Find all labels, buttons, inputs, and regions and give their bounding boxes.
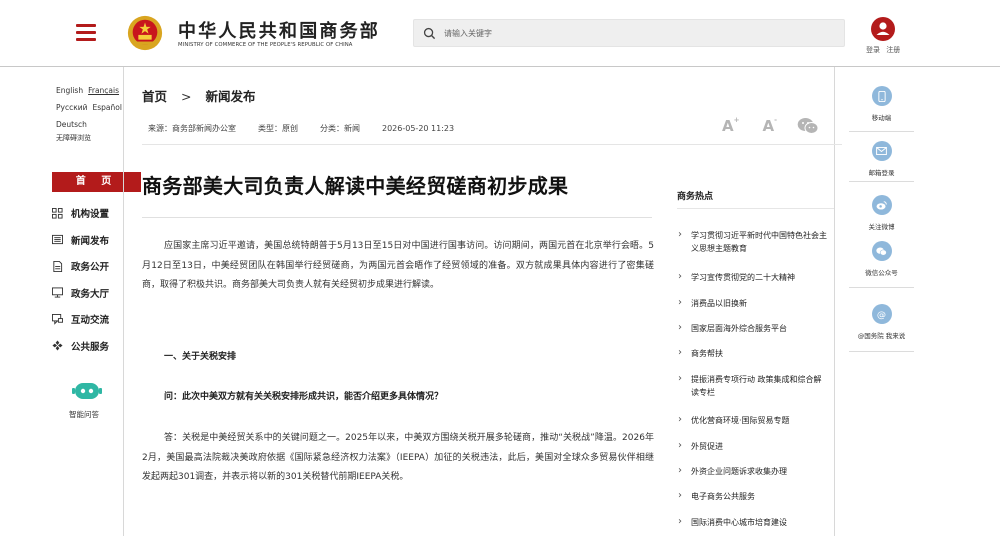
nav-item-affairs[interactable]: 政务公开 bbox=[52, 253, 152, 280]
chatbot-icon[interactable] bbox=[72, 380, 102, 404]
search-box[interactable] bbox=[413, 19, 845, 47]
nav-item-service[interactable]: 公共服务 bbox=[52, 333, 152, 360]
rail-mail[interactable]: 邮箱登录 bbox=[849, 141, 914, 177]
rail-weibo[interactable]: 关注微博 bbox=[849, 195, 914, 231]
meta-source: 来源：商务部新闻办公室 bbox=[148, 124, 236, 133]
site-header: 中华人民共和国商务部 MINISTRY OF COMMERCE OF THE P… bbox=[0, 0, 1000, 67]
document-icon bbox=[52, 260, 63, 272]
site-name-en: MINISTRY OF COMMERCE OF THE PEOPLE'S REP… bbox=[178, 42, 353, 48]
nav-item-news[interactable]: 新闻发布 bbox=[52, 227, 152, 254]
hot-item[interactable]: 外贸促进 bbox=[677, 439, 827, 453]
meta-datetime: 2026-05-20 11:23 bbox=[382, 124, 455, 133]
rail-weibo-label: 关注微博 bbox=[868, 223, 895, 231]
hot-topics-divider bbox=[677, 208, 834, 209]
nav-item-label: 互动交流 bbox=[71, 315, 110, 327]
left-divider bbox=[123, 67, 124, 536]
nav-item-label: 机构设置 bbox=[71, 209, 110, 221]
nav-item-org[interactable]: 机构设置 bbox=[52, 200, 152, 227]
mobile-icon bbox=[871, 86, 892, 106]
font-decrease-label: A bbox=[762, 117, 775, 135]
hot-topics-title: 商务热点 bbox=[677, 192, 714, 202]
hot-item[interactable]: 消费品以旧换新 bbox=[677, 296, 827, 310]
org-icon bbox=[52, 207, 63, 219]
rail-wechat-label: 微信公众号 bbox=[865, 269, 898, 277]
rail-divider bbox=[849, 181, 914, 182]
national-emblem-logo[interactable] bbox=[126, 14, 164, 52]
nav-item-hall[interactable]: 政务大厅 bbox=[52, 280, 152, 307]
rail-state-council-label: @国务院 我来说 bbox=[857, 332, 906, 340]
svg-text:@: @ bbox=[877, 309, 886, 319]
rail-state-council[interactable]: @ @国务院 我来说 bbox=[849, 304, 914, 340]
monitor-icon bbox=[52, 287, 63, 298]
login-link[interactable]: 登录 bbox=[866, 46, 880, 54]
hot-item[interactable]: 外资企业问题诉求收集办理 bbox=[677, 464, 827, 478]
site-name-cn[interactable]: 中华人民共和国商务部 bbox=[178, 17, 380, 43]
lang-english[interactable]: English bbox=[56, 86, 83, 95]
mail-icon bbox=[871, 141, 892, 161]
hot-item[interactable]: 学习贯彻习近平新时代中国特色社会主义思想主题教育 bbox=[677, 228, 827, 255]
font-increase-label: A bbox=[722, 117, 734, 135]
right-divider bbox=[834, 67, 835, 536]
service-icon bbox=[52, 340, 63, 351]
article-title: 商务部美大司负责人解读中美经贸磋商初步成果 bbox=[142, 174, 569, 198]
hot-item[interactable]: 学习宣传贯彻党的二十大精神 bbox=[677, 270, 827, 284]
wechat-share-icon[interactable] bbox=[797, 117, 819, 135]
rail-divider bbox=[849, 351, 914, 352]
breadcrumb-separator: > bbox=[181, 89, 192, 104]
breadcrumb-home[interactable]: 首页 bbox=[142, 89, 167, 104]
hot-item[interactable]: 优化营商环境·国际贸易专题 bbox=[677, 413, 827, 427]
accessibility-link[interactable]: 无障碍浏览 bbox=[56, 133, 126, 144]
rail-mail-label: 邮箱登录 bbox=[868, 169, 895, 177]
lang-russian[interactable]: Русский bbox=[56, 103, 88, 112]
article-paragraph: 答：关税是中美经贸关系中的关键问题之一。2025年以来，中美双方围绕关税开展多轮… bbox=[142, 433, 654, 482]
user-links: 登录 注册 bbox=[864, 45, 902, 55]
chatbot-label[interactable]: 智能问答 bbox=[69, 409, 99, 420]
hot-item[interactable]: 国际消费中心城市培育建设 bbox=[677, 515, 827, 529]
article-paragraph: 应国家主席习近平邀请，美国总统特朗普于5月13日至15日对中国进行国事访问。访问… bbox=[142, 241, 654, 290]
meta-category: 分类：新闻 bbox=[320, 124, 360, 133]
nav-home[interactable]: 首 页 bbox=[52, 172, 141, 192]
language-links: English Français Русский Español Deutsch 无… bbox=[56, 82, 126, 144]
lang-deutsch[interactable]: Deutsch bbox=[56, 120, 87, 129]
font-increase-button[interactable]: A+ bbox=[722, 116, 739, 135]
article-meta: 来源：商务部新闻办公室 类型：原创 分类：新闻 2026-05-20 11:23 bbox=[148, 123, 476, 134]
register-link[interactable]: 注册 bbox=[886, 46, 900, 54]
rail-wechat[interactable]: 微信公众号 bbox=[849, 241, 914, 277]
rail-divider bbox=[849, 131, 914, 132]
nav-item-interaction[interactable]: 互动交流 bbox=[52, 306, 152, 333]
menu-icon[interactable] bbox=[76, 24, 96, 41]
breadcrumb-current[interactable]: 新闻发布 bbox=[206, 89, 256, 104]
nav-item-label: 公共服务 bbox=[71, 341, 110, 353]
meta-divider bbox=[142, 144, 842, 145]
hot-item[interactable]: 提振消费专项行动 政策集成和综合解读专栏 bbox=[677, 372, 827, 399]
article-tools: A+ A- bbox=[722, 116, 819, 136]
section-heading: 一、关于关税安排 bbox=[164, 352, 237, 362]
meta-type: 类型：原创 bbox=[258, 124, 298, 133]
search-icon[interactable] bbox=[423, 27, 436, 40]
question-heading: 问：此次中美双方就有关关税安排形成共识，能否介绍更多具体情况？ bbox=[164, 392, 444, 402]
font-decrease-button[interactable]: A- bbox=[762, 116, 777, 135]
user-icon[interactable] bbox=[871, 17, 895, 41]
lang-espanol[interactable]: Español bbox=[93, 103, 122, 112]
title-divider bbox=[142, 217, 652, 218]
wechat-icon bbox=[871, 241, 892, 261]
search-input[interactable] bbox=[444, 24, 834, 43]
nav-item-label: 新闻发布 bbox=[71, 235, 110, 247]
rail-divider bbox=[849, 287, 914, 288]
breadcrumb: 首页 > 新闻发布 bbox=[142, 86, 256, 105]
hot-item[interactable]: 国家层面海外综合服务平台 bbox=[677, 321, 827, 335]
weibo-icon bbox=[871, 195, 892, 215]
chat-icon bbox=[52, 313, 63, 325]
rail-mobile-label: 移动端 bbox=[871, 114, 892, 122]
rail-mobile[interactable]: 移动端 bbox=[849, 86, 914, 122]
news-icon bbox=[52, 234, 63, 245]
left-nav: 机构设置 新闻发布 政务公开 政务大厅 互动交流 公共服务 bbox=[52, 200, 152, 359]
hot-item[interactable]: 商务帮扶 bbox=[677, 346, 827, 360]
at-icon: @ bbox=[871, 304, 892, 324]
nav-item-label: 政务大厅 bbox=[71, 288, 110, 300]
nav-item-label: 政务公开 bbox=[71, 262, 110, 274]
lang-francais[interactable]: Français bbox=[88, 86, 119, 95]
hot-item[interactable]: 电子商务公共服务 bbox=[677, 489, 827, 503]
